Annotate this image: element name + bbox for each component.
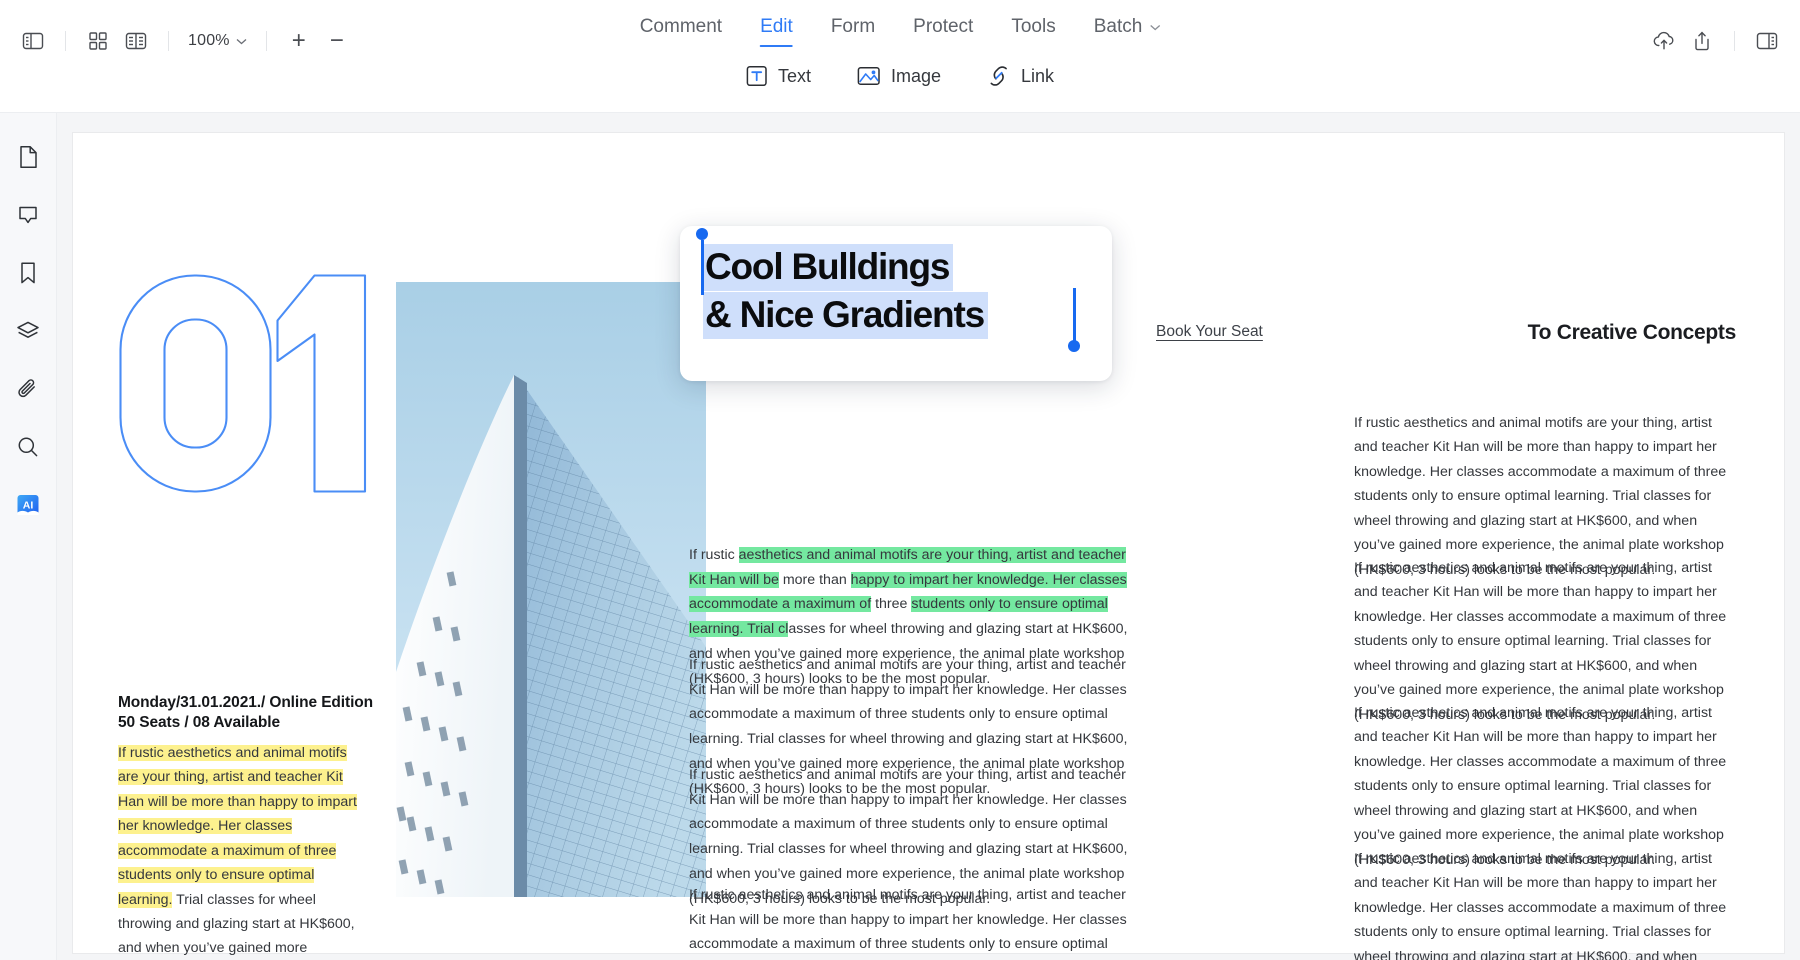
- paperclip-icon: [17, 377, 39, 401]
- zoom-in-label: +: [291, 27, 306, 54]
- tab-form[interactable]: Form: [831, 16, 875, 47]
- toolbar-right-group: [1645, 22, 1786, 60]
- rail-item-search[interactable]: [10, 429, 46, 465]
- toolbar-divider-2: [168, 31, 169, 51]
- tab-tools-label: Tools: [1011, 16, 1056, 37]
- toolbar-divider-3: [265, 31, 267, 51]
- chevron-down-icon: [1149, 24, 1160, 31]
- selection-caret-start: [701, 240, 704, 295]
- yellow-highlight-text: If rustic aesthetics and animal motifs a…: [118, 745, 357, 908]
- layers-icon: [16, 320, 40, 342]
- right-paragraph-4: If rustic aesthetics and animal motifs a…: [1354, 851, 1727, 960]
- right-panel-icon[interactable]: [1748, 22, 1786, 60]
- text-edit-box[interactable]: Cool Bulldings & Nice Gradients: [680, 226, 1112, 381]
- tab-form-label: Form: [830, 16, 876, 37]
- mid-p1-pre: If rustic: [689, 547, 739, 563]
- left-rail: AI: [0, 113, 57, 960]
- edit-text-label: Text: [777, 65, 811, 86]
- grid-view-icon[interactable]: [79, 22, 117, 60]
- image-icon: [857, 65, 881, 87]
- document-viewport[interactable]: Book Your Seat Book Your Seat Book Your …: [57, 113, 1800, 960]
- toolbar-left-group: 100% + −: [14, 22, 356, 60]
- cloud-upload-icon[interactable]: [1645, 22, 1683, 60]
- left-column-heading: Monday/31.01.2021./ Online Edition 50 Se…: [118, 694, 374, 732]
- main-menu: Comment Edit Form Protect Tools Batch: [640, 16, 1161, 47]
- tab-batch[interactable]: Batch: [1094, 16, 1161, 47]
- building-photo[interactable]: [396, 282, 706, 897]
- rail-item-ai-assistant[interactable]: AI: [10, 487, 46, 523]
- search-icon: [17, 436, 39, 458]
- toolbar-divider-1: [65, 31, 66, 51]
- rail-item-bookmarks[interactable]: [10, 255, 46, 291]
- edit-link-button[interactable]: Link: [981, 61, 1060, 91]
- zoom-in-button[interactable]: +: [280, 22, 318, 60]
- left-column-body: If rustic aesthetics and animal motifs a…: [118, 741, 370, 960]
- tab-protect-label: Protect: [913, 16, 974, 37]
- tab-batch-label: Batch: [1093, 16, 1143, 37]
- zoom-out-label: −: [329, 27, 344, 54]
- link-icon: [987, 65, 1011, 87]
- book-seat-link-4[interactable]: Book Your Seat: [1156, 323, 1263, 341]
- left-panel-icon[interactable]: [14, 22, 52, 60]
- text-box-icon: [746, 65, 768, 87]
- edit-text-button[interactable]: Text: [740, 61, 817, 91]
- selection-handle-start[interactable]: [696, 228, 708, 240]
- top-toolbar: 100% + − Comment Edit Form Protect Tools…: [0, 0, 1800, 113]
- edit-image-button[interactable]: Image: [851, 61, 947, 91]
- edit-subtoolbar: Text Image Link: [640, 61, 1161, 91]
- page-title: To Creative Concepts: [1527, 321, 1737, 344]
- tab-tools[interactable]: Tools: [1011, 16, 1055, 47]
- bookmark-icon: [19, 261, 37, 285]
- ai-book-icon: AI: [15, 492, 41, 518]
- mid-p1-mid: more than: [778, 571, 851, 588]
- chevron-down-icon: [236, 38, 247, 45]
- application-window: 100% + − Comment Edit Form Protect Tools…: [0, 0, 1800, 960]
- dual-page-icon[interactable]: [117, 22, 155, 60]
- tab-comment-label: Comment: [639, 16, 723, 37]
- tab-comment[interactable]: Comment: [640, 16, 722, 47]
- selection-caret-end: [1073, 288, 1076, 346]
- comment-icon: [17, 204, 39, 226]
- figure-number-01: [118, 273, 374, 495]
- tab-edit[interactable]: Edit: [760, 16, 793, 47]
- rail-item-thumbnails[interactable]: [10, 139, 46, 175]
- toolbar-center-group: Comment Edit Form Protect Tools Batch Te…: [640, 16, 1161, 91]
- mid-p1-mid2: three: [871, 596, 912, 613]
- textbox-line-1[interactable]: Cool Bulldings: [703, 244, 954, 291]
- svg-text:AI: AI: [23, 500, 34, 512]
- edit-image-label: Image: [890, 65, 941, 86]
- page-icon: [18, 145, 39, 169]
- zoom-out-button[interactable]: −: [318, 22, 356, 60]
- toolbar-divider-4: [1734, 31, 1735, 51]
- pdf-page: Book Your Seat Book Your Seat Book Your …: [73, 133, 1784, 960]
- textbox-line-2[interactable]: & Nice Gradients: [703, 292, 988, 339]
- tab-protect[interactable]: Protect: [913, 16, 973, 47]
- rail-item-comments[interactable]: [10, 197, 46, 233]
- zoom-level-select[interactable]: 100%: [182, 28, 253, 54]
- middle-paragraph-4: If rustic aesthetics and animal motifs a…: [689, 887, 1127, 953]
- zoom-level-value: 100%: [188, 32, 230, 49]
- rail-item-attachments[interactable]: [10, 371, 46, 407]
- rail-item-layers[interactable]: [10, 313, 46, 349]
- share-icon[interactable]: [1683, 22, 1721, 60]
- edit-link-label: Link: [1021, 65, 1055, 86]
- selection-handle-end[interactable]: [1068, 340, 1080, 352]
- tab-edit-label: Edit: [760, 16, 793, 37]
